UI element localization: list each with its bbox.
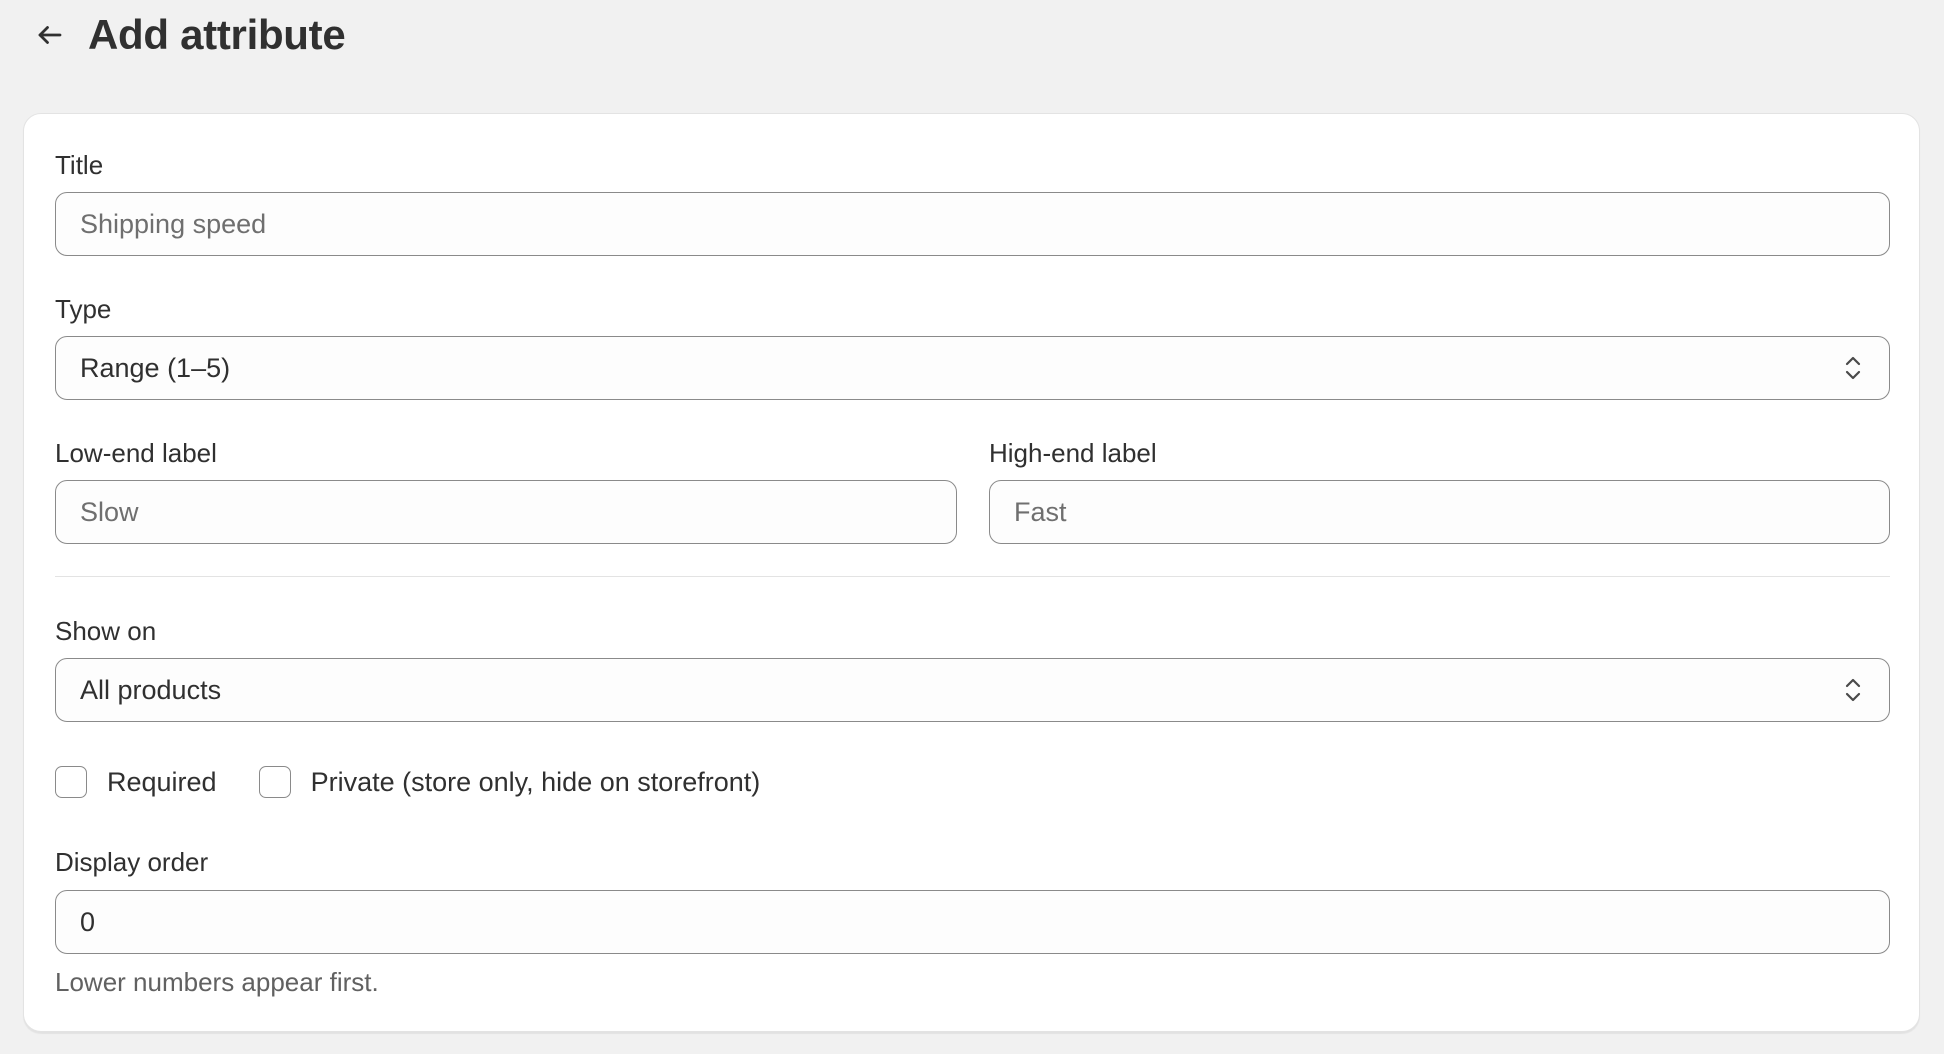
private-checkbox-label: Private (store only, hide on storefront) <box>310 766 761 797</box>
title-input[interactable] <box>80 208 1865 240</box>
required-checkbox-label: Required <box>107 766 217 797</box>
display-order-help-text: Lower numbers appear first. <box>55 967 379 997</box>
private-checkbox[interactable] <box>258 766 291 798</box>
attribute-form-card: Title Type Range (1–5) Low-end label Hig… <box>23 113 1920 1032</box>
back-button[interactable] <box>30 15 70 55</box>
section-divider <box>55 576 1890 577</box>
title-label: Title <box>55 150 104 180</box>
required-checkbox-group[interactable]: Required <box>55 766 217 798</box>
page-header: Add attribute <box>30 8 346 62</box>
required-checkbox[interactable] <box>55 766 87 798</box>
arrow-left-icon <box>38 26 62 44</box>
high-end-label: High-end label <box>989 438 1157 468</box>
show-on-label: Show on <box>55 616 157 646</box>
select-chevrons-icon <box>1841 672 1865 708</box>
low-end-input[interactable] <box>80 496 932 528</box>
checkbox-row: Required Private (store only, hide on st… <box>55 764 760 800</box>
private-checkbox-group[interactable]: Private (store only, hide on storefront) <box>258 766 761 798</box>
display-order-input[interactable] <box>80 906 1865 938</box>
title-input-wrapper <box>55 192 1890 256</box>
high-end-input-wrapper <box>989 480 1890 544</box>
select-chevrons-icon <box>1841 350 1865 386</box>
display-order-label: Display order <box>55 847 209 877</box>
page-title: Add attribute <box>88 11 346 58</box>
low-end-input-wrapper <box>55 480 957 544</box>
low-end-label: Low-end label <box>55 438 217 468</box>
type-select-value: Range (1–5) <box>80 352 231 383</box>
display-order-input-wrapper <box>55 890 1890 954</box>
type-select[interactable]: Range (1–5) <box>55 336 1890 400</box>
show-on-select-value: All products <box>80 674 222 705</box>
show-on-select[interactable]: All products <box>55 658 1890 722</box>
type-label: Type <box>55 294 112 324</box>
high-end-input[interactable] <box>1014 496 1865 528</box>
